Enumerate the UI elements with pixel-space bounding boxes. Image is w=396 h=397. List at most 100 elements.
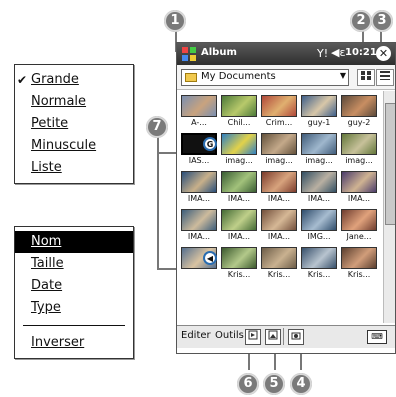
thumbnail[interactable]: [301, 247, 337, 269]
keyboard-icon[interactable]: ⌨: [367, 330, 387, 344]
thumbnail-label: Kris...: [347, 270, 371, 279]
menu-item-label: Inverser: [31, 335, 85, 350]
thumbnail[interactable]: [221, 171, 257, 193]
thumbnail-label: IMG...: [307, 232, 331, 241]
menu-item-date[interactable]: Date: [15, 275, 133, 297]
clock[interactable]: 10:21: [345, 47, 377, 58]
callout-6: 6: [237, 373, 259, 395]
thumbnail-label: IAS...: [188, 156, 210, 165]
thumbnail-label: IMA...: [227, 232, 251, 241]
thumbnail[interactable]: [261, 209, 297, 231]
size-menu: Grande Normale Petite Minuscule Liste: [14, 64, 134, 184]
thumbnail-label: imag...: [225, 156, 253, 165]
slideshow-button[interactable]: [245, 329, 261, 345]
thumbnail[interactable]: [181, 95, 217, 117]
thumbnail-grid: A-... Chil... Crim... guy-1 guy-2 G IAS... imag…: [179, 91, 383, 323]
thumbnail[interactable]: [181, 209, 217, 231]
video-badge-icon: G: [203, 137, 217, 151]
menu-edit[interactable]: Editer: [181, 330, 211, 341]
slideshow-icon: [248, 330, 258, 340]
thumbnail-label: IMA...: [347, 194, 371, 203]
callout-3: 3: [371, 10, 393, 32]
menu-separator: [23, 325, 125, 326]
thumbnail[interactable]: [261, 95, 297, 117]
camera-button[interactable]: [288, 329, 304, 345]
callout-2: 2: [350, 10, 372, 32]
menu-item-label: Nom: [31, 234, 62, 249]
callout-7-leader: [157, 136, 159, 268]
thumbnail-label: IMA...: [187, 194, 211, 203]
menu-bar: Editer Outils ⌨: [177, 325, 395, 348]
menu-item-taille[interactable]: Taille: [15, 253, 133, 275]
thumbnail[interactable]: [221, 133, 257, 155]
thumbnail-label: IMA...: [267, 232, 291, 241]
signal-icon[interactable]: Y!: [317, 47, 328, 60]
thumbnail-label: imag...: [305, 156, 333, 165]
view-picture-button[interactable]: [265, 329, 281, 345]
camera-icon: [291, 332, 301, 340]
thumbnail[interactable]: [261, 133, 297, 155]
folder-name: My Documents: [201, 71, 276, 82]
thumbnail-label: IMA...: [307, 194, 331, 203]
windows-start-icon[interactable]: [181, 46, 197, 62]
title-bar: Album Y! ◀ε 10:21 ✕: [177, 43, 395, 65]
thumbnail[interactable]: [341, 133, 377, 155]
grid-view-button[interactable]: [357, 69, 375, 86]
speaker-icon[interactable]: ◀ε: [331, 46, 345, 59]
thumbnail-label: IMA...: [187, 232, 211, 241]
picture-icon: [268, 330, 278, 340]
thumbnail[interactable]: [261, 247, 297, 269]
menu-item-label: Minuscule: [31, 138, 97, 153]
thumbnail[interactable]: [221, 209, 257, 231]
menu-item-minuscule[interactable]: Minuscule: [15, 135, 133, 157]
menu-item-petite[interactable]: Petite: [15, 113, 133, 135]
menu-separator: [283, 328, 284, 345]
menu-item-label: Grande: [31, 72, 79, 87]
thumbnail[interactable]: [301, 95, 337, 117]
menu-item-normale[interactable]: Normale: [15, 91, 133, 113]
thumbnail[interactable]: [341, 247, 377, 269]
callout-4: 4: [290, 373, 312, 395]
thumbnail-label: Jane...: [346, 232, 372, 241]
thumbnail[interactable]: [341, 209, 377, 231]
close-icon[interactable]: ✕: [376, 46, 391, 61]
callout-7: 7: [146, 116, 168, 138]
menu-item-nom[interactable]: Nom: [15, 231, 133, 253]
thumbnail[interactable]: [181, 171, 217, 193]
thumbnail-label: guy-2: [347, 118, 371, 127]
audio-badge-icon: ◀: [203, 251, 217, 265]
folder-icon: [185, 73, 197, 82]
thumbnail[interactable]: [301, 209, 337, 231]
thumbnail[interactable]: [301, 133, 337, 155]
album-screen: Album Y! ◀ε 10:21 ✕ My Documents ▼ A-...…: [176, 42, 396, 354]
thumbnail[interactable]: [261, 171, 297, 193]
thumbnail-label: IMA...: [267, 194, 291, 203]
menu-item-liste[interactable]: Liste: [15, 157, 133, 179]
menu-item-label: Normale: [31, 94, 87, 109]
menu-item-type[interactable]: Type: [15, 297, 133, 319]
thumbnail[interactable]: [341, 171, 377, 193]
thumbnail-label: guy-1: [307, 118, 331, 127]
folder-dropdown[interactable]: My Documents ▼: [181, 69, 349, 86]
sort-menu: Nom Taille Date Type Inverser: [14, 226, 134, 359]
menu-item-inverser[interactable]: Inverser: [15, 332, 133, 354]
thumbnail[interactable]: [221, 95, 257, 117]
menu-item-label: Date: [31, 278, 63, 293]
thumbnail[interactable]: [301, 171, 337, 193]
scroll-thumb[interactable]: [385, 103, 395, 225]
list-view-button[interactable]: [376, 69, 394, 86]
thumbnail[interactable]: [221, 247, 257, 269]
menu-item-label: Liste: [31, 160, 62, 175]
menu-tools[interactable]: Outils: [215, 330, 244, 341]
thumbnail-label: Chil...: [227, 118, 251, 127]
callout-5: 5: [263, 373, 285, 395]
callout-1: 1: [164, 10, 186, 32]
thumbnail-label: Kris...: [227, 270, 251, 279]
toolbar: My Documents ▼: [177, 65, 395, 90]
menu-item-grande[interactable]: Grande: [15, 69, 133, 91]
thumbnail[interactable]: [341, 95, 377, 117]
scrollbar[interactable]: [383, 91, 395, 323]
chevron-down-icon: ▼: [339, 71, 346, 80]
thumbnail-label: imag...: [265, 156, 293, 165]
menu-item-label: Taille: [31, 256, 64, 271]
